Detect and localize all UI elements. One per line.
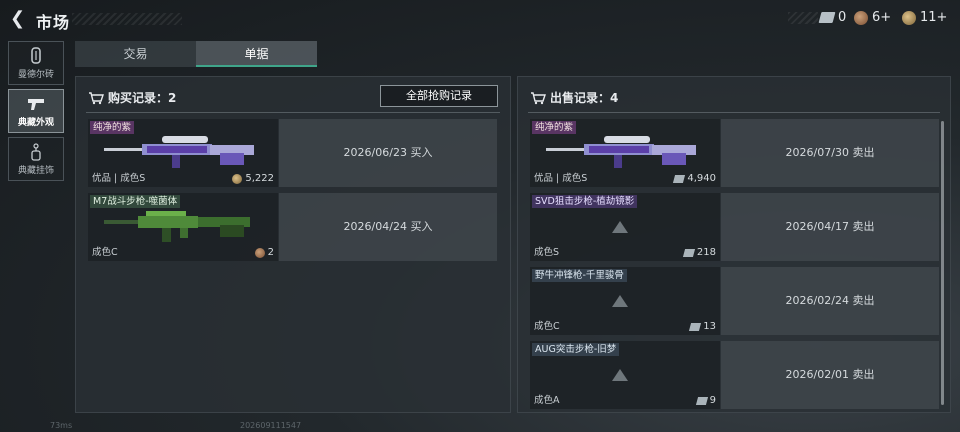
record-date: 2026/02/01 卖出 (721, 341, 939, 409)
tab-records[interactable]: 单据 (196, 41, 317, 67)
item-name: AUG突击步枪-旧梦 (532, 343, 620, 356)
currency-ticket-value: 0 (838, 10, 847, 25)
item-card: 纯净的紫 优品 | 成色S 5,222 (88, 119, 278, 187)
sidebar-item-label: 典藏挂饰 (17, 166, 54, 176)
item-grade: 成色C (534, 321, 560, 332)
item-price-value: 2 (267, 247, 274, 258)
sidebar-item-charm[interactable]: 典藏挂饰 (8, 137, 64, 181)
brick-icon (9, 46, 63, 66)
item-price-value: 5,222 (245, 173, 274, 184)
item-price: 218 (682, 247, 716, 258)
placeholder-logo-icon (612, 369, 628, 381)
item-name: 野牛冲锋枪-千里骏骨 (532, 269, 627, 282)
currency-gold-coin: 11+ (902, 10, 947, 25)
item-card: SVD狙击步枪-植劫镜影 成色S 218 (530, 193, 720, 261)
back-arrow-icon[interactable]: ❮ (10, 9, 30, 29)
all-snap-records-button[interactable]: 全部抢购记录 (380, 85, 498, 107)
record-date: 2026/06/23 买入 (279, 119, 497, 187)
item-name: SVD狙击步枪-植劫镜影 (532, 195, 638, 208)
sell-records-header: 出售记录：4 (530, 89, 618, 106)
item-price: 13 (689, 321, 716, 332)
record-date: 2026/07/30 卖出 (721, 119, 939, 187)
assault-rifle-icon (104, 211, 250, 242)
item-grade: 优品 | 成色S (534, 173, 588, 184)
buy-records-panel: 购买记录：2 全部抢购记录 纯净的紫 优品 | 成色S 5,222 2026/0… (75, 76, 511, 413)
ticket-icon (695, 396, 708, 405)
currency-brown-coin: 6+ (854, 10, 891, 25)
sniper-rifle-icon (104, 136, 254, 168)
item-price: 4,940 (673, 173, 716, 184)
cart-icon (530, 91, 546, 105)
brown-coin-icon (254, 247, 265, 258)
buy-records-title: 购买记录：2 (108, 91, 177, 105)
item-card: AUG突击步枪-旧梦 成色A 9 (530, 341, 720, 409)
item-grade: 优品 | 成色S (92, 173, 146, 184)
item-grade: 成色S (534, 247, 560, 258)
sell-records-title: 出售记录：4 (550, 91, 619, 105)
record-date: 2026/04/24 买入 (279, 193, 497, 261)
currency-brown-value: 6+ (872, 10, 892, 25)
item-price-value: 218 (696, 247, 716, 258)
ticket-icon (689, 322, 702, 331)
sidebar-item-brick[interactable]: 曼德尔砖 (8, 41, 64, 85)
page-title: 市场 (36, 13, 71, 32)
top-bar: ❮ 市场 0 6+ 11+ (0, 0, 960, 38)
item-price: 5,222 (232, 173, 274, 184)
ticket-icon (682, 248, 695, 257)
sidebar-item-label: 典藏外观 (17, 118, 54, 128)
item-price-value: 4,940 (687, 173, 716, 184)
user-id: 202609111547 (240, 421, 302, 430)
buy-records-header: 购买记录：2 (88, 89, 176, 106)
item-card: M7战斗步枪-噬菌体 成色C 2 (88, 193, 278, 261)
brown-coin-icon (854, 10, 868, 25)
currency-decoration (788, 12, 818, 24)
item-price-value: 9 (709, 395, 716, 406)
currency-ticket: 0 (818, 10, 847, 25)
divider (86, 112, 500, 113)
placeholder-logo-icon (612, 221, 628, 233)
item-price: 2 (254, 247, 274, 258)
sell-records-panel: 出售记录：4 纯净的紫 优品 | 成色S 4,940 2026/07/30 卖出 (517, 76, 951, 413)
cart-icon (88, 91, 104, 105)
currency-gold-value: 11+ (920, 10, 948, 25)
ticket-icon (818, 12, 836, 23)
item-grade: 成色A (534, 395, 560, 406)
record-date: 2026/04/17 卖出 (721, 193, 939, 261)
item-grade: 成色C (92, 247, 118, 258)
sidebar-item-appearance[interactable]: 典藏外观 (8, 89, 64, 133)
item-card: 野牛冲锋枪-千里骏骨 成色C 13 (530, 267, 720, 335)
scrollbar[interactable] (941, 121, 944, 405)
item-price-value: 13 (703, 321, 716, 332)
gold-coin-icon (902, 10, 916, 25)
ticket-icon (673, 174, 686, 183)
tab-trade[interactable]: 交易 (75, 41, 196, 67)
sidebar-item-label: 曼德尔砖 (17, 70, 54, 80)
charm-icon (9, 142, 63, 162)
item-price: 9 (695, 395, 716, 406)
record-date: 2026/02/24 卖出 (721, 267, 939, 335)
divider (528, 112, 940, 113)
pistol-icon (9, 94, 63, 114)
status-footer: 73ms 202609111547 (0, 420, 960, 432)
placeholder-logo-icon (612, 295, 628, 307)
sniper-rifle-icon (546, 136, 696, 168)
ping-value: 73ms (50, 421, 73, 430)
item-card: 纯净的紫 优品 | 成色S 4,940 (530, 119, 720, 187)
title-decoration (72, 13, 182, 25)
gold-coin-icon (232, 173, 243, 184)
